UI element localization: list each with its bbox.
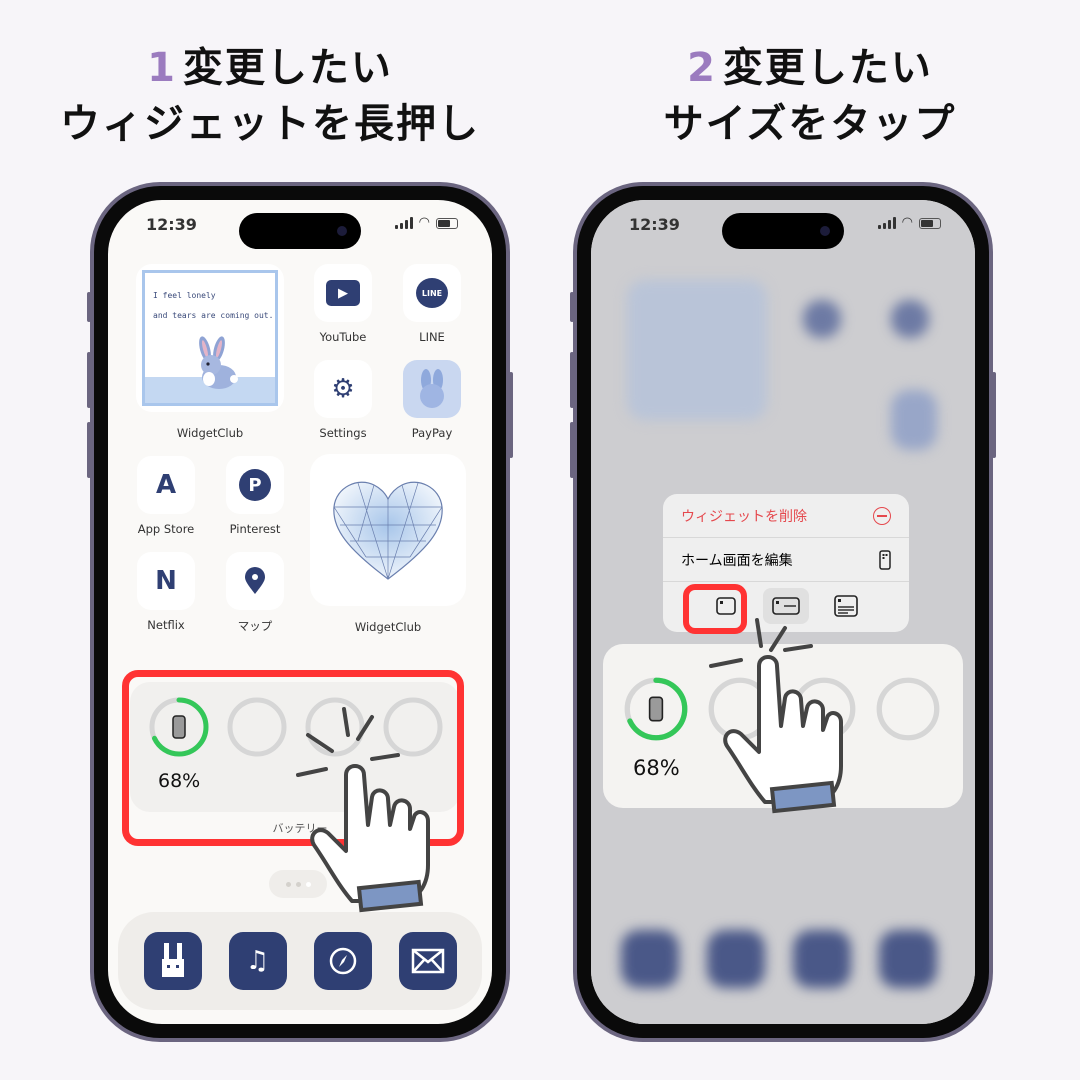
remove-widget-item[interactable]: ウィジェットを削除	[663, 494, 909, 538]
edit-home-screen-label: ホーム画面を編集	[681, 552, 793, 569]
rabbit-widget[interactable]: I feel lonely and tears are coming out.	[136, 264, 284, 412]
dock-safari-compass-icon[interactable]	[313, 932, 372, 990]
page-indicator[interactable]	[269, 870, 327, 898]
app-netflix[interactable]: N Netflix	[136, 552, 196, 632]
step-number: 2	[687, 45, 717, 91]
blurred-home-screen: 12:39 ◠ ウィジェットを削除 ホーム画面を編集 68%	[591, 200, 975, 1024]
wifi-icon: ◠	[418, 215, 430, 230]
status-time: 12:39	[629, 215, 680, 234]
dock-rabbit-icon[interactable]	[143, 932, 202, 990]
action-button	[570, 292, 574, 322]
pinterest-icon: P	[226, 456, 284, 514]
battery-ring-empty	[792, 677, 856, 741]
pixel-rabbit-icon	[199, 336, 238, 389]
volume-down-button	[87, 422, 91, 478]
app-store-icon: A	[137, 456, 195, 514]
size-medium-button[interactable]	[763, 588, 809, 624]
dock-mail-icon[interactable]	[398, 932, 457, 990]
app-maps[interactable]: マップ	[225, 552, 285, 634]
volume-up-button	[570, 352, 574, 408]
app-label: Settings	[319, 426, 367, 440]
heading-line-2: サイズをタップ	[663, 101, 957, 147]
minus-circle-icon	[873, 506, 891, 525]
app-label: PayPay	[411, 426, 453, 440]
phone-left: 12:39 ◠ I feel lonely and tears are comi…	[87, 182, 513, 1042]
step-2-heading: 2 変更したい サイズをタップ	[540, 40, 1080, 152]
heart-widget[interactable]	[310, 454, 466, 606]
app-pinterest[interactable]: P Pinterest	[225, 456, 285, 536]
app-paypay[interactable]: PayPay	[402, 360, 462, 440]
status-time: 12:39	[146, 215, 197, 234]
battery-icon	[436, 217, 458, 229]
step-1-heading: 1 変更したい ウィジェットを長押し	[0, 40, 540, 152]
status-icons: ◠	[877, 215, 941, 230]
phone-right: 12:39 ◠ ウィジェットを削除 ホーム画面を編集 68%	[570, 182, 996, 1042]
app-settings[interactable]: ⚙ Settings	[313, 360, 373, 440]
battery-ring-empty	[876, 677, 940, 741]
power-button	[509, 372, 513, 458]
highlight-frame	[122, 670, 464, 846]
power-button	[992, 372, 996, 458]
battery-ring-empty	[708, 677, 772, 741]
heading-line-2: ウィジェットを長押し	[60, 101, 480, 147]
battery-icon	[919, 217, 941, 229]
volume-down-button	[570, 422, 574, 478]
app-label: App Store	[137, 522, 195, 536]
cellular-signal-icon	[877, 217, 896, 229]
wireframe-heart-icon	[333, 481, 443, 580]
settings-gear-icon: ⚙	[314, 360, 372, 418]
line-icon: LINE	[403, 264, 461, 322]
size-large-button[interactable]	[823, 588, 869, 624]
maps-pin-icon	[226, 552, 284, 610]
app-line[interactable]: LINE LINE	[402, 264, 462, 344]
app-label: YouTube	[319, 330, 367, 344]
action-button	[87, 292, 91, 322]
phone-apps-icon	[879, 549, 891, 570]
app-label: マップ	[237, 619, 273, 633]
edit-home-screen-item[interactable]: ホーム画面を編集	[663, 538, 909, 582]
heading-line-1: 変更したい	[722, 45, 933, 91]
app-youtube[interactable]: ▶ YouTube	[313, 264, 373, 344]
highlight-frame-small-size	[683, 584, 747, 634]
home-screen: 12:39 ◠ I feel lonely and tears are comi…	[108, 200, 492, 1024]
app-label: Netflix	[147, 618, 185, 632]
dock: ♫	[118, 912, 482, 1010]
paypay-rabbit-icon	[403, 360, 461, 418]
dock-music-icon[interactable]: ♫	[228, 932, 287, 990]
large-widget-icon	[834, 595, 858, 617]
dynamic-island	[239, 213, 361, 249]
rabbit-widget-line-2: and tears are coming out.	[153, 311, 274, 320]
battery-percent: 68%	[633, 756, 680, 780]
step-number: 1	[147, 45, 177, 91]
dynamic-island	[722, 213, 844, 249]
rabbit-widget-line-1: I feel lonely	[153, 291, 216, 300]
app-app-store[interactable]: A App Store	[136, 456, 196, 536]
status-icons: ◠	[394, 215, 458, 230]
battery-widget-preview: 68%	[603, 644, 963, 808]
heart-widget-label: WidgetClub	[354, 620, 422, 634]
wifi-icon: ◠	[901, 215, 913, 230]
netflix-icon: N	[137, 552, 195, 610]
volume-up-button	[87, 352, 91, 408]
app-label: Pinterest	[229, 522, 281, 536]
medium-widget-icon	[772, 597, 800, 615]
app-label: LINE	[419, 330, 445, 344]
youtube-icon: ▶	[314, 264, 372, 322]
rabbit-widget-label: WidgetClub	[176, 426, 244, 440]
remove-widget-label: ウィジェットを削除	[681, 508, 807, 525]
cellular-signal-icon	[394, 217, 413, 229]
heading-line-1: 変更したい	[182, 45, 393, 91]
battery-ring-device	[624, 677, 688, 741]
